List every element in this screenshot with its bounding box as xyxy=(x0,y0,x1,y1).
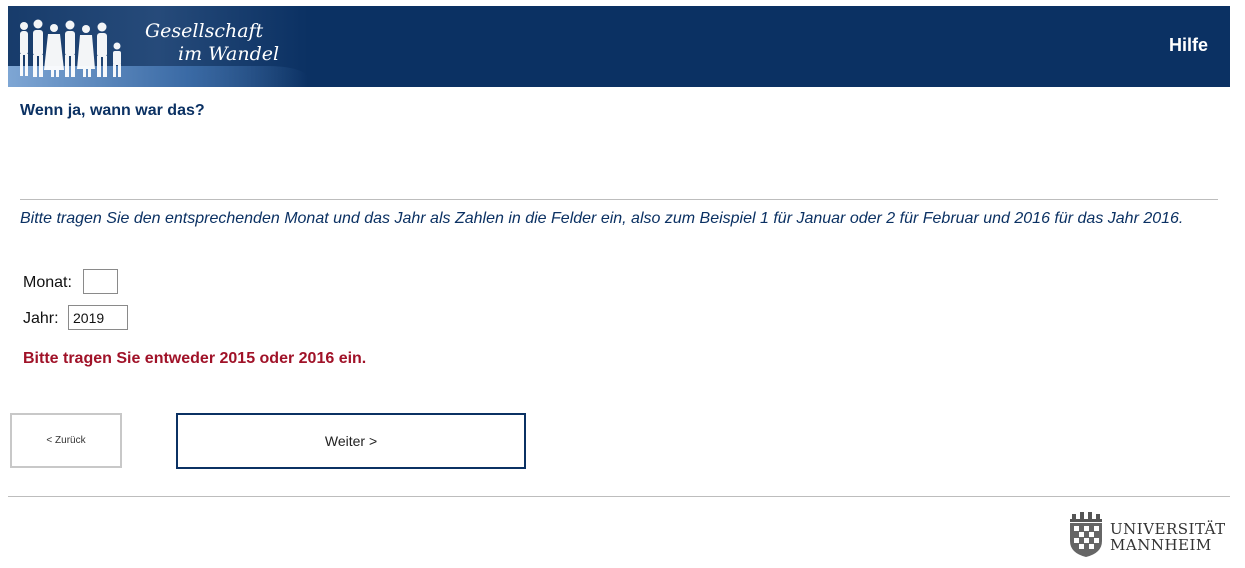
logo-line-2: im Wandel xyxy=(178,43,280,65)
month-input[interactable] xyxy=(83,269,118,294)
university-line-2: MANNHEIM xyxy=(1110,536,1212,554)
divider xyxy=(20,199,1218,200)
university-name: UNIVERSITÄT MANNHEIM xyxy=(1110,521,1226,553)
university-line-1: UNIVERSITÄT xyxy=(1110,520,1226,538)
page-header: Gesellschaft im Wandel Hilfe xyxy=(8,6,1230,87)
logo-text: Gesellschaft im Wandel xyxy=(145,20,279,66)
month-label: Monat: xyxy=(23,274,72,291)
footer-divider xyxy=(8,496,1230,497)
logo-line-1: Gesellschaft xyxy=(145,20,264,42)
validation-error: Bitte tragen Sie entweder 2015 oder 2016… xyxy=(23,350,367,367)
next-button[interactable]: Weiter > xyxy=(176,413,526,469)
university-crest-icon xyxy=(1070,512,1102,557)
year-input[interactable] xyxy=(68,305,128,330)
year-label: Jahr: xyxy=(23,310,59,327)
back-button[interactable]: < Zurück xyxy=(10,413,122,468)
family-silhouettes-icon xyxy=(20,19,121,77)
help-link[interactable]: Hilfe xyxy=(1169,35,1208,56)
question-title: Wenn ja, wann war das? xyxy=(20,102,205,119)
question-instruction: Bitte tragen Sie den entsprechenden Mona… xyxy=(20,210,1184,227)
